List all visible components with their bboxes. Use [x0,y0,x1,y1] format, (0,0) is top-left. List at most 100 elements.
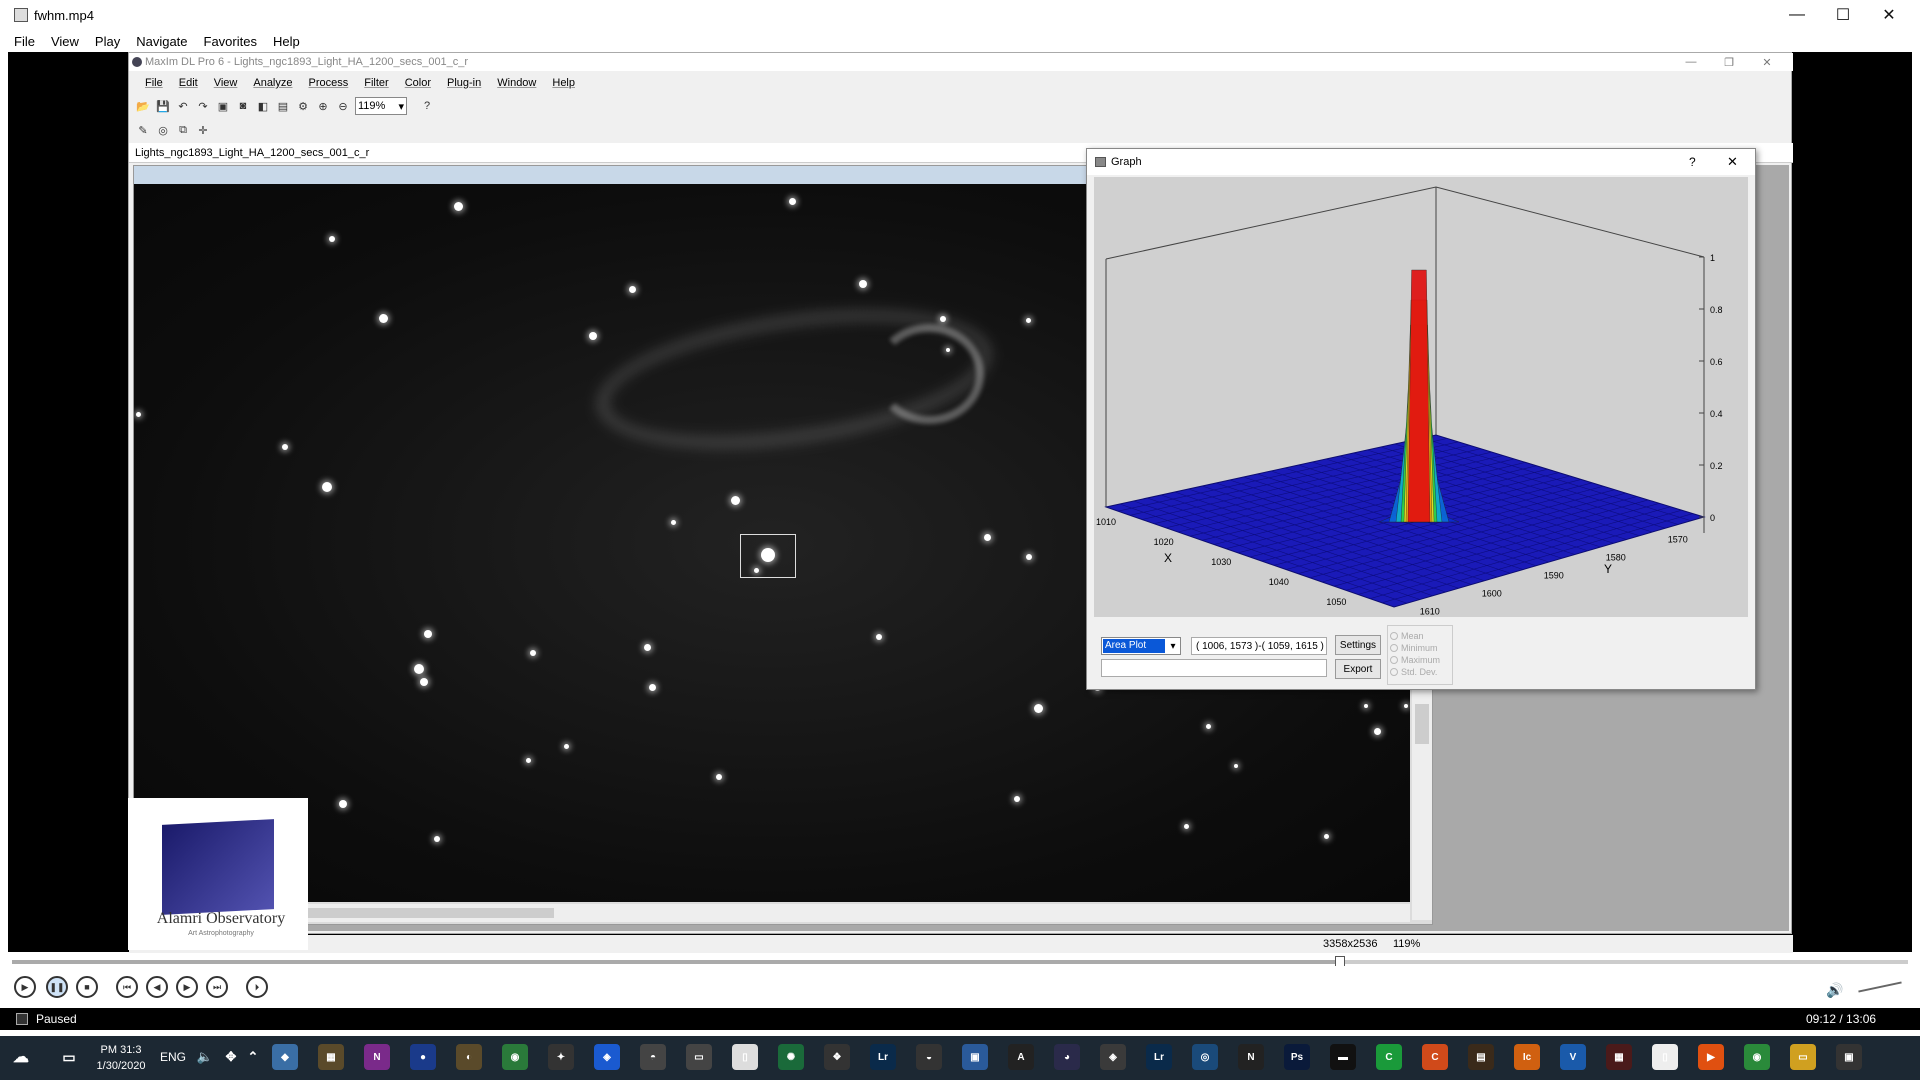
weather-icon[interactable]: ☁ [8,1044,34,1070]
menu-view[interactable]: View [51,34,79,49]
stat-stddev[interactable]: Std. Dev. [1390,666,1450,678]
maxim-menu-color[interactable]: Color [405,77,431,89]
speaker-icon[interactable]: 🔈 [192,1044,218,1070]
context-help-icon[interactable]: ? [419,98,435,114]
app-icon-15[interactable]: N [1238,1044,1264,1070]
skip-back-icon[interactable]: ⏮ [116,976,138,998]
menu-navigate[interactable]: Navigate [136,34,187,49]
dropbox-icon[interactable]: ◈ [594,1044,620,1070]
volume-slider[interactable] [1858,981,1902,993]
explorer-icon[interactable]: ▭ [1790,1044,1816,1070]
undo-icon[interactable]: ↶ [175,98,191,114]
maxim-menu-view[interactable]: View [214,77,238,89]
play-icon[interactable]: ▶ [14,976,36,998]
maxim-menu-filter[interactable]: Filter [364,77,388,89]
app-icon-20[interactable]: ▦ [1606,1044,1632,1070]
app-icon-18[interactable]: ▤ [1468,1044,1494,1070]
maximize-button[interactable]: ☐ [1820,0,1866,30]
maxim-menu-edit[interactable]: Edit [179,77,198,89]
app-icon-4[interactable]: ◉ [502,1044,528,1070]
frame-step-icon[interactable]: ⏵ [246,976,268,998]
pencil-icon[interactable]: ✎ [135,122,151,138]
app-icon-3[interactable]: ◐ [456,1044,482,1070]
stop-icon[interactable]: ■ [76,976,98,998]
close-button[interactable]: ✕ [1866,0,1912,30]
observatory-icon[interactable]: ◧ [255,98,271,114]
app-icon-13[interactable]: ◈ [1100,1044,1126,1070]
menu-play[interactable]: Play [95,34,120,49]
forward-icon[interactable]: ▶ [176,976,198,998]
app-icon-21[interactable]: ▣ [1836,1044,1862,1070]
maxim-restore-icon[interactable]: ❐ [1711,53,1747,71]
app-icon-9[interactable]: ❖ [824,1044,850,1070]
app-icon-5[interactable]: ✦ [548,1044,574,1070]
settings-icon[interactable]: ⚙ [295,98,311,114]
horizontal-scroll-thumb[interactable] [294,908,554,918]
graph-close-button[interactable]: ✕ [1727,154,1738,170]
maxim-menu-process[interactable]: Process [309,77,349,89]
app-icon-1[interactable]: ◆ [272,1044,298,1070]
open-folder-icon[interactable]: 📂 [135,98,151,114]
value-field[interactable] [1101,659,1327,677]
chrome-icon[interactable]: ◉ [1744,1044,1770,1070]
zoom-in-icon[interactable]: ⊕ [315,98,331,114]
camtasia-icon[interactable]: C [1376,1044,1402,1070]
selection-box[interactable] [740,534,796,578]
graph-help-button[interactable]: ? [1689,155,1696,169]
ic-icon[interactable]: Ic [1514,1044,1540,1070]
info-icon[interactable]: ▤ [275,98,291,114]
screen-stretch-icon[interactable]: ▣ [215,98,231,114]
app-icon-16[interactable]: ▬ [1330,1044,1356,1070]
redo-icon[interactable]: ↷ [195,98,211,114]
maxim-minimize-icon[interactable]: — [1673,53,1709,71]
horizontal-scrollbar[interactable] [134,904,1410,922]
firefox-icon[interactable]: ● [410,1044,436,1070]
lightroom-classic-icon[interactable]: Lr [1146,1044,1172,1070]
maxim-menu-file[interactable]: File [145,77,163,89]
export-button[interactable]: Export [1335,659,1381,679]
photoshop-icon[interactable]: Ps [1284,1044,1310,1070]
settings-button[interactable]: Settings [1335,635,1381,655]
app-icon-19[interactable]: V [1560,1044,1586,1070]
file-icon[interactable]: ▯ [1652,1044,1678,1070]
maxim-menu-plugin[interactable]: Plug-in [447,77,481,89]
maxim-close-icon[interactable]: ✕ [1749,53,1785,71]
app-icon-6[interactable]: ◓ [640,1044,666,1070]
language-indicator[interactable]: ENG [160,1050,186,1064]
volume-icon[interactable]: 🔊 [1826,982,1843,999]
media-icon[interactable]: ▶ [1698,1044,1724,1070]
overlay-icon[interactable]: ⧉ [175,122,191,138]
app-icon-14[interactable]: ◎ [1192,1044,1218,1070]
app-icon-7[interactable]: ▭ [686,1044,712,1070]
stat-maximum[interactable]: Maximum [1390,654,1450,666]
coordinates-field[interactable]: ( 1006, 1573 )-( 1059, 1615 ) [1191,637,1327,655]
menu-file[interactable]: File [14,34,35,49]
notepad-icon[interactable]: ▯ [732,1044,758,1070]
pause-icon[interactable]: ❚❚ [46,976,68,998]
chevron-up-icon[interactable]: ⌃ [240,1044,266,1070]
stat-minimum[interactable]: Minimum [1390,642,1450,654]
circle-select-icon[interactable]: ◎ [155,122,171,138]
save-icon[interactable]: 💾 [155,98,171,114]
minimize-button[interactable]: — [1774,0,1820,30]
menu-favorites[interactable]: Favorites [204,34,257,49]
vertical-scroll-thumb[interactable] [1415,704,1429,744]
app-icon-11[interactable]: ▣ [962,1044,988,1070]
zoom-out-icon[interactable]: ⊖ [335,98,351,114]
lightroom-icon[interactable]: Lr [870,1044,896,1070]
seek-bar[interactable] [12,960,1908,964]
taskbar-clock[interactable]: PM 31:3 1/30/2020 [90,1042,152,1074]
zoom-select[interactable]: 119% ▾ [355,97,407,115]
asi-icon[interactable]: A [1008,1044,1034,1070]
maxim-menu-help[interactable]: Help [552,77,575,89]
maxim-menu-analyze[interactable]: Analyze [253,77,292,89]
app-icon-8[interactable]: ✺ [778,1044,804,1070]
stat-mean[interactable]: Mean [1390,630,1450,642]
onenote-icon[interactable]: N [364,1044,390,1070]
crosshair-icon[interactable]: ✛ [195,122,211,138]
rewind-icon[interactable]: ◀ [146,976,168,998]
menu-help[interactable]: Help [273,34,300,49]
maxim-menu-window[interactable]: Window [497,77,536,89]
app-icon-12[interactable]: ◕ [1054,1044,1080,1070]
app-icon-2[interactable]: ▦ [318,1044,344,1070]
